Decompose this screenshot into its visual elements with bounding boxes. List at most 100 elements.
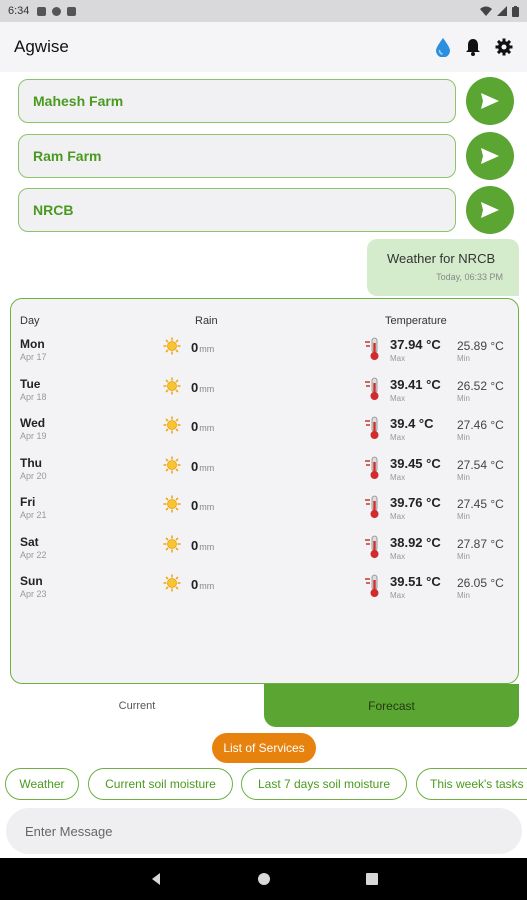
weather-forecast-card: Day Rain Temperature Mon Apr 17 0mm 37.94 °… <box>10 298 519 684</box>
rain-value: 0mm <box>191 379 215 395</box>
rain-value: 0mm <box>191 498 215 513</box>
temperature-max-label: Max <box>390 393 406 403</box>
weather-row: Sat Apr 22 0mm 38.92 °C Max 27.87 °C Min <box>11 535 516 575</box>
send-icon <box>481 93 499 109</box>
gear-icon[interactable] <box>495 38 513 56</box>
rain-unit: mm <box>199 502 215 512</box>
app-title: Agwise <box>14 37 69 56</box>
temperature-max: 39.51 °C <box>390 574 441 589</box>
temperature-min: 27.54 °C <box>457 457 504 472</box>
send-icon <box>481 202 499 218</box>
tab-current[interactable]: Current <box>10 684 264 727</box>
rain-value: 0mm <box>191 577 215 592</box>
rain-unit: mm <box>199 462 215 473</box>
send-button[interactable] <box>466 77 514 125</box>
chip-last-7-days-soil-moisture[interactable]: Last 7 days soil moisture <box>241 768 407 800</box>
rain-unit: mm <box>199 423 215 433</box>
app-bar: Agwise <box>0 22 527 72</box>
farm-item-ram[interactable]: Ram Farm <box>18 134 456 178</box>
rain-unit: mm <box>199 344 215 354</box>
chat-timestamp: Today, 06:33 PM <box>436 272 503 282</box>
tab-forecast[interactable]: Forecast <box>264 684 519 727</box>
weather-day: Sat <box>20 534 39 549</box>
chip-current-soil-moisture[interactable]: Current soil moisture <box>88 768 233 800</box>
farm-row: Mahesh Farm <box>18 77 516 125</box>
temperature-max: 39.76 °C <box>390 495 441 510</box>
weather-row: Sun Apr 23 0mm 39.51 °C Max 26.05 °C Min <box>11 574 516 614</box>
temperature-min-label: Min <box>457 433 470 442</box>
wifi-icon <box>480 6 492 16</box>
temperature-max-label: Max <box>390 551 406 561</box>
weather-day: Thu <box>20 455 42 470</box>
column-header-rain: Rain <box>195 315 218 327</box>
thermometer-icon <box>363 337 383 361</box>
temperature-max-label: Max <box>390 512 406 521</box>
status-bar: 6:34 <box>0 0 527 22</box>
temperature-max: 39.4 °C <box>390 416 434 431</box>
sun-icon <box>163 456 181 474</box>
weather-date: Apr 19 <box>20 431 47 441</box>
back-icon[interactable] <box>149 872 163 886</box>
weather-day: Sun <box>20 574 43 588</box>
temperature-max-label: Max <box>390 354 406 363</box>
water-drop-icon[interactable] <box>435 37 451 57</box>
notification-icon <box>67 6 77 16</box>
bell-icon[interactable] <box>465 38 481 56</box>
home-icon[interactable] <box>257 872 271 886</box>
chat-message: Weather for NRCB <box>387 251 496 266</box>
weather-tabs: Current Forecast <box>10 684 519 727</box>
send-button[interactable] <box>466 186 514 234</box>
temperature-min-label: Min <box>457 591 470 600</box>
sun-icon <box>163 535 181 553</box>
message-input[interactable]: Enter Message <box>6 808 522 854</box>
weather-row: Tue Apr 18 0mm 39.41 °C Max 26.52 °C Min <box>11 377 516 417</box>
system-icons <box>480 5 519 17</box>
farm-item-nrcb[interactable]: NRCB <box>18 188 456 232</box>
farm-item-mahesh[interactable]: Mahesh Farm <box>18 79 456 123</box>
temperature-min: 27.46 °C <box>457 418 504 432</box>
weather-date: Apr 20 <box>20 470 47 481</box>
temperature-max: 39.45 °C <box>390 455 441 471</box>
notification-icon <box>52 6 62 16</box>
temperature-min-label: Min <box>457 551 470 561</box>
farm-row: NRCB <box>18 186 516 234</box>
send-button[interactable] <box>466 132 514 180</box>
weather-date: Apr 17 <box>20 352 47 362</box>
temperature-min: 27.45 °C <box>457 497 504 511</box>
chip-weather[interactable]: Weather <box>5 768 79 800</box>
thermometer-icon <box>363 377 383 401</box>
rain-value: 0mm <box>191 419 215 434</box>
temperature-max: 37.94 °C <box>390 337 441 352</box>
sun-icon <box>163 337 181 355</box>
list-of-services-button[interactable]: List of Services <box>212 733 316 763</box>
thermometer-icon <box>363 535 383 559</box>
temperature-max-label: Max <box>390 433 406 442</box>
weather-date: Apr 23 <box>20 589 47 599</box>
weather-day: Mon <box>20 337 45 351</box>
temperature-min-label: Min <box>457 512 470 521</box>
temperature-min: 26.52 °C <box>457 378 504 393</box>
temperature-min-label: Min <box>457 354 470 363</box>
temperature-max-label: Max <box>390 591 406 600</box>
weather-row: Wed Apr 19 0mm 39.4 °C Max 27.46 °C Min <box>11 416 516 456</box>
temperature-min: 26.05 °C <box>457 576 504 590</box>
temperature-max: 39.41 °C <box>390 376 441 392</box>
recents-icon[interactable] <box>365 872 379 886</box>
column-header-temperature: Temperature <box>385 315 447 327</box>
temperature-min: 25.89 °C <box>457 339 504 353</box>
weather-date: Apr 18 <box>20 391 47 402</box>
thermometer-icon <box>363 416 383 440</box>
farm-row: Ram Farm <box>18 132 516 180</box>
rain-unit: mm <box>199 541 215 552</box>
temperature-max-label: Max <box>390 472 406 482</box>
weather-row: Mon Apr 17 0mm 37.94 °C Max 25.89 °C Min <box>11 337 516 377</box>
temperature-min: 27.87 °C <box>457 536 504 551</box>
chip-this-weeks-tasks[interactable]: This week's tasks <box>416 768 527 800</box>
weather-day: Tue <box>20 376 41 391</box>
column-header-day: Day <box>20 315 40 327</box>
navigation-bar <box>0 858 527 900</box>
temperature-min-label: Min <box>457 472 470 482</box>
weather-row: Fri Apr 21 0mm 39.76 °C Max 27.45 °C Min <box>11 495 516 535</box>
thermometer-icon <box>363 574 383 598</box>
weather-day: Wed <box>20 416 46 430</box>
